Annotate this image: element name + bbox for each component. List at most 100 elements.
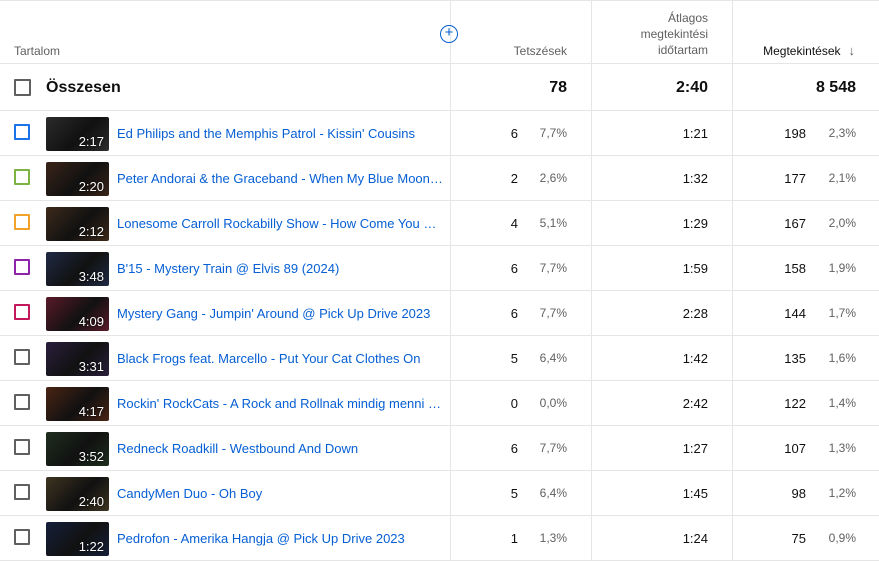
row-likes-percent: 7,7% — [539, 306, 567, 320]
video-thumbnail[interactable]: 3:31 — [46, 342, 109, 376]
row-likes: 0 — [510, 396, 518, 411]
video-title-link[interactable]: Mystery Gang - Jumpin' Around @ Pick Up … — [117, 306, 444, 321]
video-duration: 2:12 — [78, 224, 104, 239]
row-views-percent: 2,3% — [828, 126, 856, 140]
row-checkbox[interactable] — [14, 529, 30, 545]
video-duration: 3:31 — [78, 359, 104, 374]
video-duration: 2:40 — [78, 494, 104, 509]
column-divider — [450, 156, 451, 200]
table-row: 4:17 Rockin' RockCats - A Rock and Rolln… — [0, 381, 879, 426]
column-header-avg-view-duration[interactable]: Átlagos megtekintési időtartam — [588, 10, 708, 58]
column-header-likes[interactable]: Tetszések — [514, 43, 567, 59]
row-views: 144 — [784, 306, 806, 321]
row-checkbox[interactable] — [14, 124, 30, 140]
column-header-views[interactable]: Megtekintések ↓ — [763, 43, 855, 59]
video-title-link[interactable]: Ed Philips and the Memphis Patrol - Kiss… — [117, 126, 444, 141]
avg-header-line: Átlagos — [667, 11, 708, 25]
video-thumbnail[interactable]: 2:12 — [46, 207, 109, 241]
video-title-link[interactable]: Redneck Roadkill - Westbound And Down — [117, 441, 444, 456]
video-title-link[interactable]: Lonesome Carroll Rockabilly Show - How C… — [117, 216, 444, 231]
row-avg-duration: 1:59 — [682, 261, 708, 276]
views-header-label: Megtekintések — [763, 44, 841, 58]
column-divider — [450, 64, 451, 110]
row-views: 75 — [791, 531, 806, 546]
plus-circle-icon[interactable]: + — [440, 25, 458, 43]
row-avg-duration: 1:32 — [682, 171, 708, 186]
column-divider — [732, 1, 733, 63]
row-views-percent: 1,2% — [828, 486, 856, 500]
row-views-percent: 2,0% — [828, 216, 856, 230]
column-divider — [732, 64, 733, 110]
video-thumbnail[interactable]: 4:17 — [46, 387, 109, 421]
video-thumbnail[interactable]: 2:17 — [46, 117, 109, 151]
column-divider — [450, 381, 451, 425]
row-views: 198 — [784, 126, 806, 141]
row-checkbox[interactable] — [14, 259, 30, 275]
row-views: 98 — [791, 486, 806, 501]
row-avg-duration: 1:29 — [682, 216, 708, 231]
arrow-down-icon[interactable]: ↓ — [849, 43, 856, 59]
row-avg-duration: 2:42 — [682, 396, 708, 411]
video-thumbnail[interactable]: 3:52 — [46, 432, 109, 466]
row-avg-duration: 1:42 — [682, 351, 708, 366]
row-likes: 5 — [510, 351, 518, 366]
table-row: 2:12 Lonesome Carroll Rockabilly Show - … — [0, 201, 879, 246]
row-likes-percent: 6,4% — [539, 351, 567, 365]
total-avg-duration: 2:40 — [675, 79, 708, 96]
video-thumbnail[interactable]: 4:09 — [46, 297, 109, 331]
column-divider — [732, 246, 733, 290]
row-likes-percent: 7,7% — [539, 126, 567, 140]
row-checkbox[interactable] — [14, 304, 30, 320]
video-title-link[interactable]: Rockin' RockCats - A Rock and Rollnak mi… — [117, 396, 444, 411]
video-title-link[interactable]: Black Frogs feat. Marcello - Put Your Ca… — [117, 351, 444, 366]
row-views: 167 — [784, 216, 806, 231]
row-likes: 5 — [510, 486, 518, 501]
row-checkbox[interactable] — [14, 484, 30, 500]
video-duration: 3:52 — [78, 449, 104, 464]
row-likes-percent: 1,3% — [539, 531, 567, 545]
video-title-link[interactable]: Pedrofon - Amerika Hangja @ Pick Up Driv… — [117, 531, 444, 546]
row-likes-percent: 7,7% — [539, 261, 567, 275]
select-all-checkbox[interactable] — [14, 79, 31, 96]
video-title-link[interactable]: Peter Andorai & the Graceband - When My … — [117, 171, 444, 186]
row-checkbox[interactable] — [14, 394, 30, 410]
table-header: Tartalom + Tetszések Átlagos megtekintés… — [0, 0, 879, 64]
row-checkbox[interactable] — [14, 349, 30, 365]
row-views: 177 — [784, 171, 806, 186]
row-avg-duration: 1:27 — [682, 441, 708, 456]
column-divider — [591, 291, 592, 335]
column-divider — [450, 516, 451, 560]
video-thumbnail[interactable]: 2:40 — [46, 477, 109, 511]
row-views-percent: 1,7% — [828, 306, 856, 320]
row-checkbox[interactable] — [14, 214, 30, 230]
total-row: Összesen 78 2:40 8 548 — [0, 64, 879, 111]
video-thumbnail[interactable]: 2:20 — [46, 162, 109, 196]
column-divider — [591, 246, 592, 290]
video-thumbnail[interactable]: 3:48 — [46, 252, 109, 286]
column-divider — [732, 381, 733, 425]
row-checkbox[interactable] — [14, 169, 30, 185]
video-title-link[interactable]: B'15 - Mystery Train @ Elvis 89 (2024) — [117, 261, 444, 276]
analytics-table: Tartalom + Tetszések Átlagos megtekintés… — [0, 0, 879, 561]
row-avg-duration: 1:45 — [682, 486, 708, 501]
column-divider — [732, 516, 733, 560]
column-divider — [450, 336, 451, 380]
table-row: 1:22 Pedrofon - Amerika Hangja @ Pick Up… — [0, 516, 879, 561]
video-title-link[interactable]: CandyMen Duo - Oh Boy — [117, 486, 444, 501]
column-header-content[interactable]: Tartalom — [14, 43, 60, 59]
row-views-percent: 1,3% — [828, 441, 856, 455]
column-divider — [591, 111, 592, 155]
video-thumbnail[interactable]: 1:22 — [46, 522, 109, 556]
column-divider — [591, 64, 592, 110]
row-avg-duration: 1:24 — [682, 531, 708, 546]
video-duration: 2:20 — [78, 179, 104, 194]
total-likes: 78 — [549, 79, 567, 96]
avg-header-line: megtekintési — [640, 27, 708, 41]
row-likes: 6 — [510, 261, 518, 276]
video-duration: 1:22 — [78, 539, 104, 554]
row-checkbox[interactable] — [14, 439, 30, 455]
column-divider — [591, 426, 592, 470]
row-views-percent: 2,1% — [828, 171, 856, 185]
video-duration: 4:09 — [78, 314, 104, 329]
table-row: 3:52 Redneck Roadkill - Westbound And Do… — [0, 426, 879, 471]
